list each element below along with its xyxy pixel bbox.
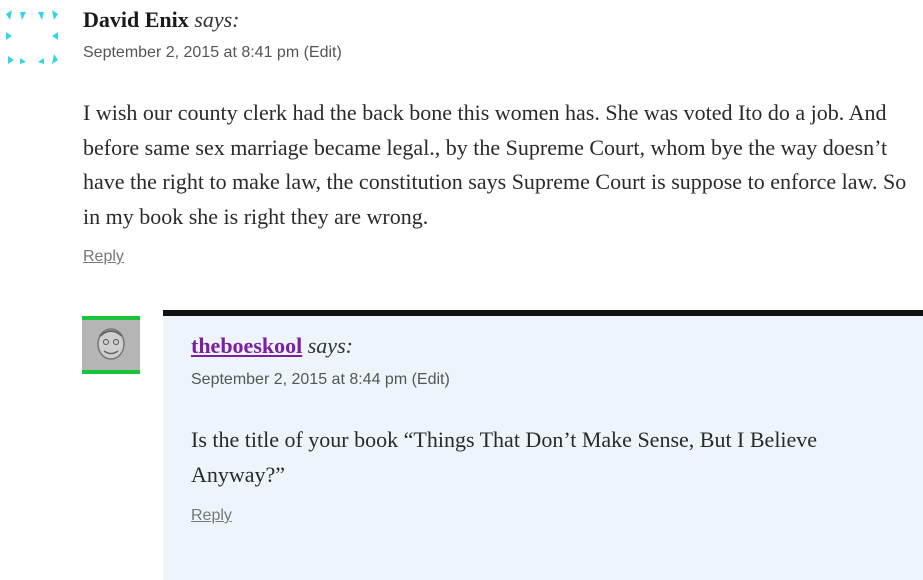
reply-link[interactable]: Reply — [83, 248, 124, 266]
comment-author-name: David Enix — [83, 7, 189, 32]
identicon-pattern-icon — [6, 10, 58, 64]
identicon-avatar — [4, 6, 60, 66]
user-avatar — [82, 316, 140, 374]
comment-body: Is the title of your book “Things That D… — [191, 427, 818, 487]
edit-link[interactable]: (Edit) — [304, 44, 342, 61]
portrait-icon — [82, 320, 140, 370]
comment-meta: September 2, 2015 at 8:41 pm (Edit) — [83, 44, 342, 62]
comment-author-line: David Enix says: — [83, 6, 239, 34]
comment-date-link[interactable]: September 2, 2015 at 8:44 pm — [191, 371, 407, 388]
comment-date-link[interactable]: September 2, 2015 at 8:41 pm — [83, 44, 299, 61]
comment-author-line: theboeskool says: — [191, 332, 353, 360]
says-label: says: — [194, 7, 240, 32]
reply-link[interactable]: Reply — [191, 507, 232, 525]
comment-body: I wish our county clerk had the back bon… — [83, 100, 907, 229]
comment-author-link[interactable]: theboeskool — [191, 333, 302, 358]
says-label: says: — [307, 333, 353, 358]
comment-meta: September 2, 2015 at 8:44 pm (Edit) — [191, 371, 450, 389]
edit-link[interactable]: (Edit) — [412, 371, 450, 388]
